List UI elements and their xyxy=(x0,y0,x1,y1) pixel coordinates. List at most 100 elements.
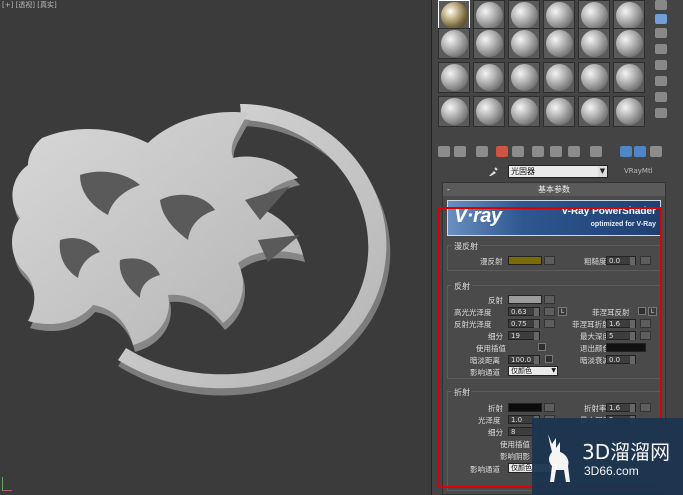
dim-distance-checkbox[interactable] xyxy=(545,355,553,363)
sample-slot[interactable] xyxy=(438,96,470,127)
perspective-viewport[interactable]: [+] [透视] [真实] xyxy=(0,0,432,495)
put-to-scene-icon[interactable] xyxy=(454,146,466,157)
get-material-icon[interactable] xyxy=(438,146,450,157)
background-icon[interactable] xyxy=(655,28,667,38)
sample-slot[interactable] xyxy=(578,0,610,31)
refract-color-swatch[interactable] xyxy=(508,403,542,412)
rollout-title: 基本参数 xyxy=(538,185,570,194)
viewport-label[interactable]: [+] [透视] [真实] xyxy=(2,0,57,10)
refract-subdivs-label: 细分 xyxy=(488,428,503,437)
ior-spinner[interactable]: 1.6 xyxy=(606,403,636,412)
options-icon[interactable] xyxy=(655,92,667,102)
sample-slot[interactable] xyxy=(508,96,540,127)
reflect-affect-channels-label: 影响通道 xyxy=(470,368,500,377)
sample-slot[interactable] xyxy=(508,0,540,31)
make-preview-icon[interactable] xyxy=(655,76,667,86)
material-name-field[interactable]: 光固器 xyxy=(508,165,608,178)
refract-gloss-label: 光泽度 xyxy=(478,416,501,425)
sample-slot[interactable] xyxy=(473,96,505,127)
sample-slot[interactable] xyxy=(578,62,610,93)
sample-slot[interactable] xyxy=(578,96,610,127)
diffuse-color-swatch[interactable] xyxy=(508,256,542,265)
reflect-max-depth-spinner[interactable]: 5 xyxy=(606,331,636,340)
sample-slot[interactable] xyxy=(508,62,540,93)
sample-slot[interactable] xyxy=(473,0,505,31)
hilight-gloss-spinner[interactable]: 0.63 xyxy=(508,307,540,316)
reset-material-icon[interactable] xyxy=(496,146,508,157)
reflect-use-interp-label: 使用插值 xyxy=(476,344,506,353)
refl-gloss-spinner[interactable]: 0.75 xyxy=(508,319,540,328)
vray-banner: V·ray V-Ray PowerShader optimized for V-… xyxy=(447,200,661,236)
reflect-subdivs-spinner[interactable]: 19 xyxy=(508,331,540,340)
sample-slot[interactable] xyxy=(508,28,540,59)
go-to-parent-icon[interactable] xyxy=(634,146,646,157)
go-forward-sibling-icon[interactable] xyxy=(650,146,662,157)
reflect-subdivs-label: 细分 xyxy=(488,332,503,341)
rollout-header[interactable]: - 基本参数 xyxy=(443,183,665,196)
eyedropper-icon[interactable] xyxy=(488,166,499,177)
reflect-use-interp-checkbox[interactable] xyxy=(538,343,546,351)
reflect-max-depth-map-button[interactable] xyxy=(640,331,651,340)
fresnel-checkbox[interactable] xyxy=(638,307,646,315)
material-name-dropdown[interactable]: ▼ xyxy=(598,166,607,177)
roughness-spinner[interactable]: 0.0 xyxy=(606,256,636,265)
roughness-map-button[interactable] xyxy=(640,256,651,265)
video-color-check-icon[interactable] xyxy=(655,60,667,70)
vray-logo: V·ray xyxy=(454,205,502,227)
sample-slot[interactable] xyxy=(438,62,470,93)
sample-slot[interactable] xyxy=(578,28,610,59)
sample-slot[interactable] xyxy=(438,28,470,59)
put-to-library-icon[interactable] xyxy=(550,146,562,157)
fresnel-ior-map-button[interactable] xyxy=(640,319,651,328)
dim-distance-spinner[interactable]: 100.0 xyxy=(508,355,540,364)
material-id-icon[interactable] xyxy=(568,146,580,157)
sample-slot[interactable] xyxy=(543,96,575,127)
sample-slot[interactable] xyxy=(613,0,645,31)
dim-falloff-spinner[interactable]: 0.0 xyxy=(606,355,636,364)
show-end-result-icon[interactable] xyxy=(620,146,632,157)
diffuse-map-button[interactable] xyxy=(544,256,555,265)
make-unique-icon[interactable] xyxy=(532,146,544,157)
deer-logo-icon xyxy=(548,434,570,482)
collapse-icon[interactable]: - xyxy=(447,183,450,196)
sample-slot[interactable] xyxy=(473,62,505,93)
sample-slot[interactable] xyxy=(543,62,575,93)
hilight-gloss-map-button[interactable] xyxy=(544,307,555,316)
show-map-icon[interactable] xyxy=(590,146,602,157)
make-copy-icon[interactable] xyxy=(512,146,524,157)
sample-type-icon[interactable] xyxy=(655,0,667,10)
axis-gizmo xyxy=(2,477,12,491)
sample-slot[interactable] xyxy=(613,96,645,127)
reflect-label: 反射 xyxy=(488,296,503,305)
refraction-group-title: 折射 xyxy=(452,387,472,398)
hilight-gloss-label: 高光光泽度 xyxy=(454,308,492,317)
fresnel-label: 菲涅耳反射 xyxy=(592,308,630,317)
exit-color-swatch[interactable] xyxy=(606,343,646,352)
sample-slot[interactable] xyxy=(473,28,505,59)
material-toolbar xyxy=(438,142,678,162)
refl-gloss-label: 反射光泽度 xyxy=(454,320,492,329)
watermark-url: 3D66.com xyxy=(584,464,639,478)
material-type-button[interactable]: VRayMtl xyxy=(624,167,653,175)
reflect-affect-channels-dropdown[interactable]: 仅颜色 ▼ xyxy=(508,366,558,376)
select-by-material-icon[interactable] xyxy=(655,108,667,118)
refract-map-button[interactable] xyxy=(544,403,555,412)
sample-slot[interactable] xyxy=(543,28,575,59)
sample-slot[interactable] xyxy=(438,0,470,31)
ior-map-button[interactable] xyxy=(640,403,651,412)
sample-slot[interactable] xyxy=(543,0,575,31)
hilight-lock-button[interactable]: L xyxy=(558,307,567,316)
uv-tiling-icon[interactable] xyxy=(655,44,667,54)
sample-slot[interactable] xyxy=(613,62,645,93)
dragon-emblem-model[interactable] xyxy=(0,90,432,420)
assign-material-icon[interactable] xyxy=(476,146,488,157)
reflect-map-button[interactable] xyxy=(544,295,555,304)
backlight-icon[interactable] xyxy=(655,14,667,24)
sample-slot[interactable] xyxy=(613,28,645,59)
reflection-group-title: 反射 xyxy=(452,281,472,292)
reflect-color-swatch[interactable] xyxy=(508,295,542,304)
refl-gloss-map-button[interactable] xyxy=(544,319,555,328)
fresnel-lock-button[interactable]: L xyxy=(648,307,657,316)
fresnel-ior-spinner[interactable]: 1.6 xyxy=(606,319,636,328)
refract-label: 折射 xyxy=(488,404,503,413)
